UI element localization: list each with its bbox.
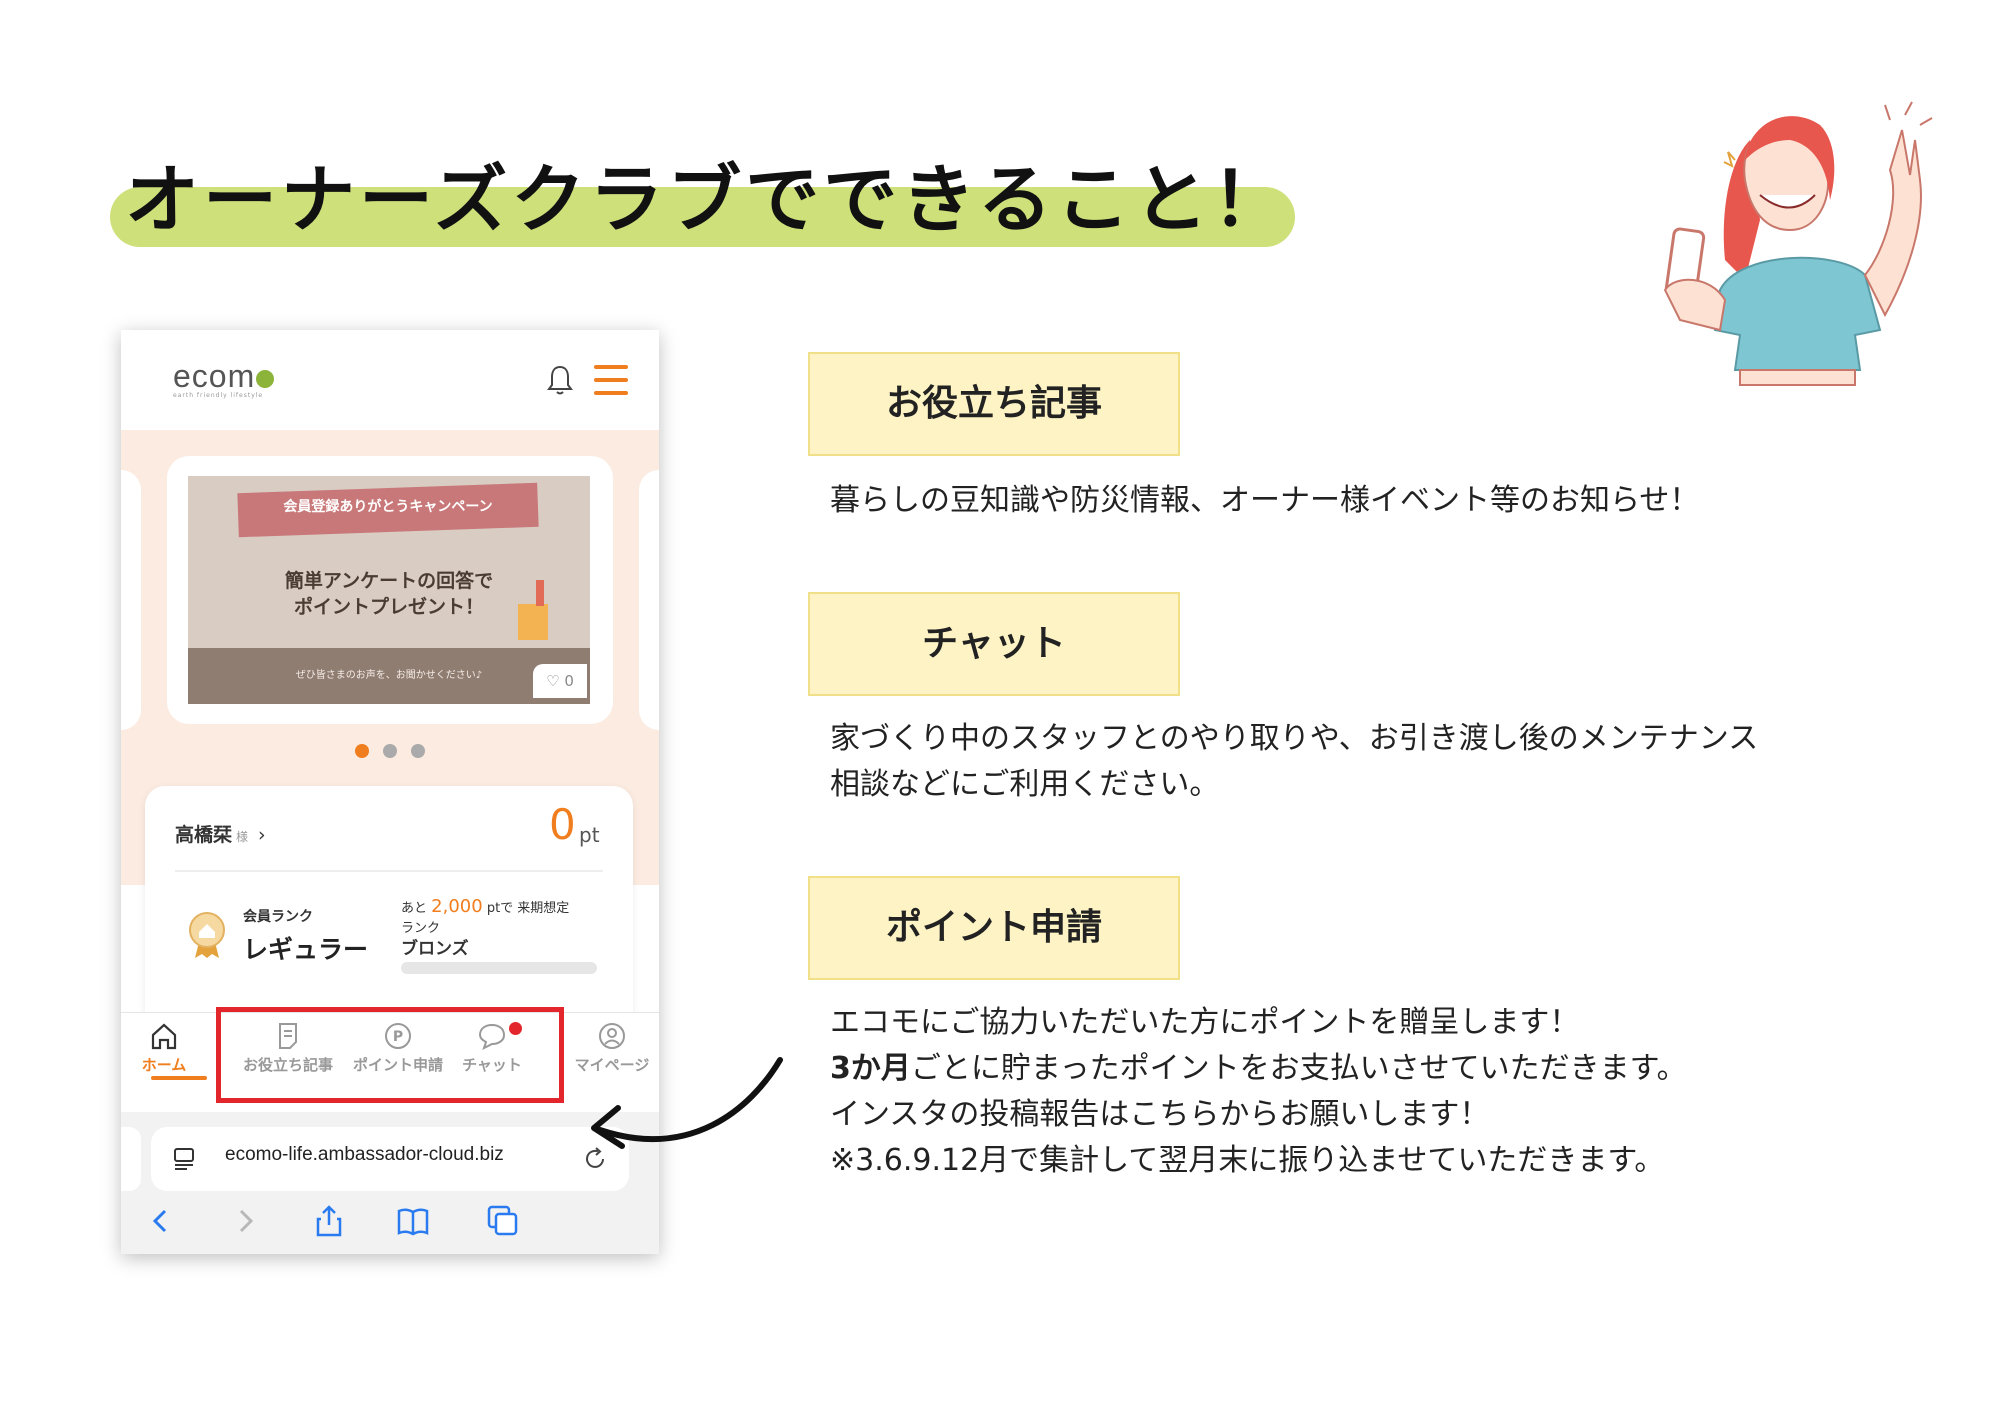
banner-ribbon-text: 会員登録ありがとうキャンペーン [283,499,493,515]
bell-icon[interactable] [544,363,576,397]
feature-desc-chat: 家づくり中のスタッフとのやり取りや、お引き渡し後のメンテナンス 相談などにご利用… [830,721,1759,802]
banner-headline-1: 簡単アンケートの回答で [284,570,494,592]
rank-medal-icon [189,912,225,958]
feature-desc-articles: 暮らしの豆知識や防災情報、オーナー様イベント等のお知らせ！ [830,483,1700,518]
divider [175,870,603,872]
app-header: ecom earth friendly lifestyle [121,330,659,430]
previous-tab-edge[interactable] [121,1127,141,1191]
curved-arrow-icon [591,1057,783,1149]
carousel-dot-3[interactable] [411,744,425,758]
woman-with-phone-illustration [1663,101,1933,386]
rank-label: 会員ランク [243,909,313,925]
feature-label-points: ポイント申請 [808,876,1180,980]
banner-headline-2: ポイントプレゼント！ [293,596,484,618]
user-name-link[interactable]: 高橋栞様 › [175,820,266,847]
nav-home[interactable]: ホーム [121,1020,209,1075]
heart-icon: ♡ [546,672,560,690]
rank-value: レギュラー [243,935,369,964]
next-rank-name: ブロンズ [401,939,469,959]
carousel-dot-2[interactable] [383,744,397,758]
url-text: ecomo-life.ambassador-cloud.biz [225,1144,504,1165]
carousel-prev-card[interactable] [121,470,141,730]
carousel-next-card[interactable] [639,470,659,730]
points-unit: pt [579,823,600,847]
next-rank-info: あと 2,000 ptで 来期想定 ランク [401,896,570,936]
banner-note: ぜひ皆さまのお声を、お聞かせください♪ [295,670,483,681]
forward-arrow-icon[interactable] [227,1203,263,1239]
rank-progress-bar [401,962,597,974]
back-arrow-icon[interactable] [143,1203,179,1239]
nav-home-indicator [151,1076,207,1080]
nav-highlight-box [216,1007,564,1103]
carousel-dot-1[interactable] [355,744,369,758]
bookmarks-book-icon[interactable] [395,1203,431,1239]
home-icon [151,1023,177,1050]
hamburger-menu-icon[interactable] [594,365,628,395]
share-icon[interactable] [311,1203,347,1239]
logo[interactable]: ecom [173,358,275,395]
ice-cream-illustration-icon [518,580,548,640]
logo-tagline: earth friendly lifestyle [173,392,264,399]
page-title: オーナーズクラブでできること！ [125,157,1290,243]
tabs-icon[interactable] [485,1203,521,1239]
like-button[interactable]: ♡ 0 [533,664,587,698]
campaign-banner[interactable]: 会員登録ありがとうキャンペーン 簡単アンケートの回答で ポイントプレゼント！ ぜ… [188,476,590,704]
feature-label-chat: チャット [808,592,1180,696]
feature-label-articles: お役立ち記事 [808,352,1180,456]
user-circle-icon [599,1023,625,1049]
points-value: 0 [549,800,576,849]
chevron-right-icon: › [258,824,266,846]
page-settings-icon[interactable] [171,1146,197,1172]
feature-desc-points: エコモにご協力いただいた方にポイントを贈呈します！ 3か月ごとに貯まったポイント… [830,1005,1687,1178]
